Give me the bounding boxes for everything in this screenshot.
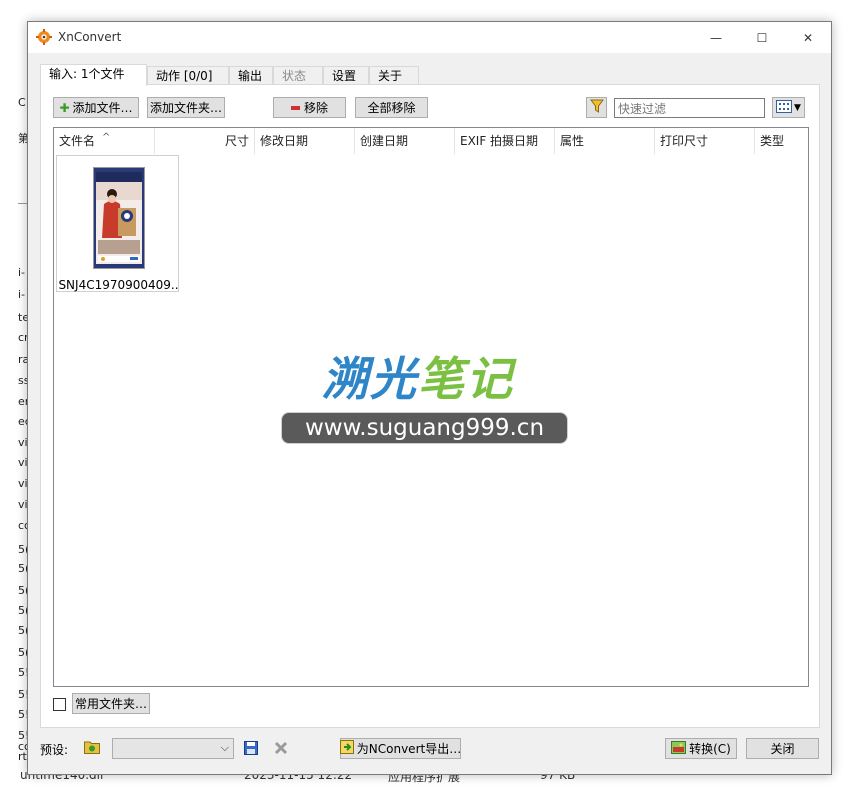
common-folders-checkbox[interactable] (53, 698, 66, 711)
background-text-fragment: i- (18, 288, 26, 301)
column-type[interactable]: 类型 (755, 128, 808, 154)
watermark-title-blue: 溯光 (322, 352, 418, 406)
tab-output[interactable]: 输出 (229, 66, 273, 85)
tab-input[interactable]: 输入: 1个文件 (40, 64, 147, 86)
tab-settings[interactable]: 设置 (323, 66, 369, 85)
convert-icon (671, 740, 687, 757)
column-size[interactable]: 尺寸 (155, 128, 255, 154)
quick-filter-input[interactable]: 快速过滤 (614, 98, 765, 118)
tab-about[interactable]: 关于 (369, 66, 419, 85)
column-print-size[interactable]: 打印尺寸 (655, 128, 755, 154)
preset-select[interactable]: ⌵ (112, 738, 234, 759)
background-file-list: C 第 i-i-te cr ra ss er ec vi vi vi vi cc 5(5(5(5(5(5(… (0, 0, 31, 799)
export-label: 为NConvert导出… (356, 742, 462, 756)
sort-ascending-icon: ^ (102, 132, 111, 143)
export-nconvert-button[interactable]: 为NConvert导出… (339, 738, 462, 759)
background-text-fragment: i- (18, 266, 26, 279)
export-icon (339, 740, 354, 757)
add-folder-button[interactable]: 添加文件夹… (147, 97, 225, 118)
column-modified-date[interactable]: 修改日期 (255, 128, 355, 154)
file-name: SNJ4C1970900409.. (58, 278, 179, 292)
chevron-down-icon: ▼ (794, 102, 801, 113)
column-filename-label: 文件名 (59, 134, 96, 148)
add-files-label: 添加文件… (72, 101, 133, 115)
remove-label: 移除 (303, 101, 328, 115)
watermark-url: www.suguang999.cn (281, 412, 568, 444)
funnel-icon (589, 99, 604, 117)
close-button[interactable]: 关闭 (746, 738, 819, 759)
column-filename[interactable]: 文件名 ^ (54, 128, 155, 154)
convert-label: 转换(C) (689, 742, 731, 756)
background-text-fragment: C (18, 96, 26, 109)
image-thumbnail (93, 167, 145, 269)
remove-all-button[interactable]: 全部移除 (355, 97, 428, 118)
column-attributes[interactable]: 属性 (555, 128, 655, 154)
tab-actions[interactable]: 动作 [0/0] (147, 66, 229, 85)
title-bar[interactable]: XnConvert — ☐ ✕ (28, 22, 831, 53)
file-list-header: 文件名 ^ 尺寸 修改日期 创建日期 EXIF 拍摄日期 属性 打印尺寸 类型 (54, 128, 808, 154)
watermark-title: 溯光笔记 (322, 343, 514, 409)
window-title: XnConvert (58, 30, 122, 44)
close-window-button[interactable]: ✕ (785, 22, 831, 53)
column-created-date[interactable]: 创建日期 (355, 128, 455, 154)
grid-view-icon (776, 99, 793, 116)
minimize-button[interactable]: — (693, 22, 739, 53)
column-exif-date[interactable]: EXIF 拍摄日期 (455, 128, 555, 154)
add-files-button[interactable]: ✚ 添加文件… (53, 97, 139, 118)
tab-status[interactable]: 状态 (273, 66, 323, 85)
open-folder-icon[interactable] (84, 739, 100, 755)
delete-preset-icon[interactable] (273, 740, 289, 756)
common-folders-button[interactable]: 常用文件夹… (72, 693, 150, 714)
view-mode-button[interactable]: ▼ (772, 97, 805, 118)
filter-options-button[interactable] (586, 97, 607, 118)
xnconvert-logo-icon (36, 29, 52, 45)
maximize-button[interactable]: ☐ (739, 22, 785, 53)
file-thumbnail-item[interactable]: SNJ4C1970900409.. (56, 155, 179, 292)
watermark-title-green: 笔记 (418, 352, 514, 406)
plus-icon: ✚ (59, 100, 70, 115)
minus-icon (290, 105, 300, 110)
save-preset-icon[interactable] (243, 740, 259, 756)
preset-label: 预设: (40, 743, 69, 757)
chevron-down-icon: ⌵ (220, 741, 229, 754)
remove-button[interactable]: 移除 (273, 97, 346, 118)
convert-button[interactable]: 转换(C) (665, 738, 737, 759)
